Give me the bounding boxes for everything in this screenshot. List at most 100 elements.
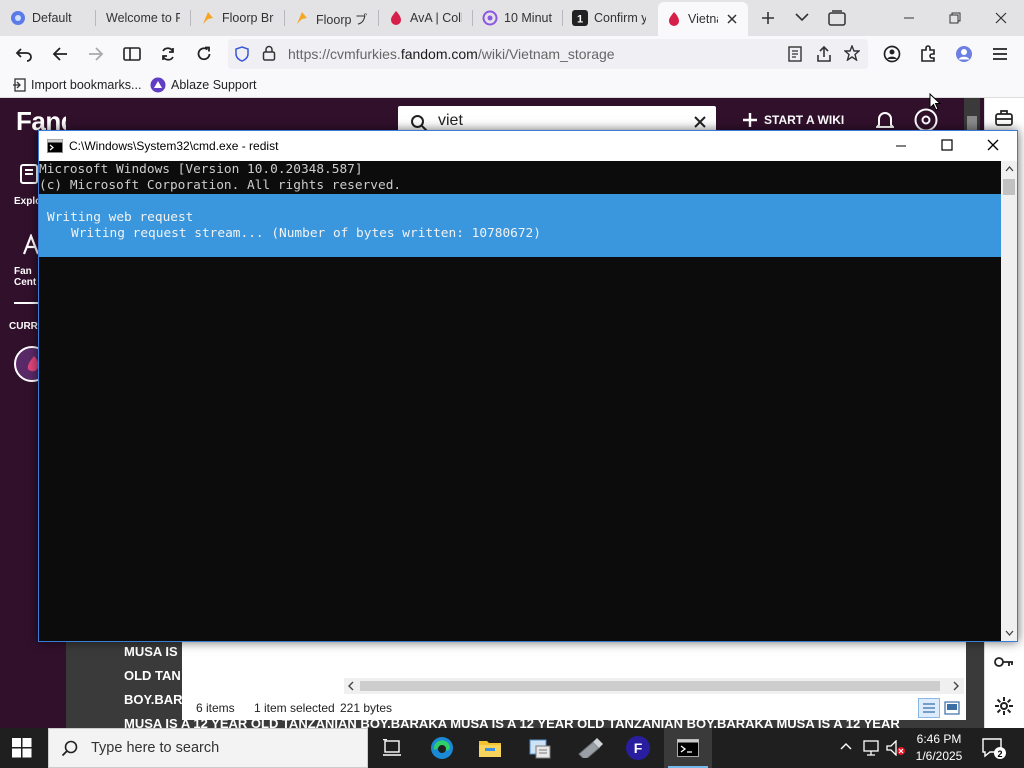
tab-default[interactable]: Default xyxy=(2,2,94,34)
tab-confirm[interactable]: 1 Confirm y xyxy=(564,2,654,34)
bookmark-import[interactable]: Import bookmarks... xyxy=(12,76,141,94)
tab-label: Default xyxy=(32,11,72,25)
file-explorer-window: 6 items 1 item selected 221 bytes xyxy=(182,640,966,720)
close-icon[interactable] xyxy=(724,11,740,27)
extensions-puzzle-icon[interactable] xyxy=(914,40,942,68)
console-line: (c) Microsoft Corporation. All rights re… xyxy=(39,178,402,193)
key-icon[interactable] xyxy=(994,656,1014,668)
settings-gear-icon[interactable] xyxy=(994,696,1014,716)
scroll-left-chevron-icon[interactable] xyxy=(347,681,355,691)
tab-vietnam-active[interactable]: Vietnam xyxy=(658,2,748,36)
url-path: /wiki/Vietnam_storage xyxy=(477,46,615,62)
cmd-taskbar-icon[interactable] xyxy=(664,728,712,768)
clock-time: 6:46 PM xyxy=(916,732,962,746)
sidebar-toggle-icon[interactable] xyxy=(118,40,146,68)
floorp-icon xyxy=(294,10,310,26)
profile-avatar-icon[interactable] xyxy=(950,40,978,68)
tab-manager-icon[interactable] xyxy=(828,10,846,26)
new-tab-plus-icon[interactable] xyxy=(760,10,776,26)
cmd-close-button[interactable] xyxy=(987,139,999,151)
tab-floorp-blog[interactable]: Floorp ブ xyxy=(286,2,376,34)
ablaze-icon xyxy=(150,77,166,93)
explorer-horizontal-scrollbar[interactable] xyxy=(344,678,964,694)
taskbar-clock[interactable]: 6:46 PM 1/6/2025 xyxy=(908,731,970,765)
tab-welcome[interactable]: Welcome to F xyxy=(98,2,188,34)
bookmark-ablaze[interactable]: Ablaze Support xyxy=(150,76,256,94)
tab-ava-coll[interactable]: AvA | Coll xyxy=(380,2,470,34)
svg-text:F: F xyxy=(634,740,643,756)
cmd-app-icon[interactable] xyxy=(47,139,63,153)
tab-10-minute[interactable]: 10 Minute xyxy=(474,2,560,34)
selection-size: 221 bytes xyxy=(340,701,393,715)
close-window-button[interactable] xyxy=(978,0,1024,36)
undo-close-tab-icon[interactable] xyxy=(10,40,38,68)
details-view-icon[interactable] xyxy=(918,698,940,718)
progress-banner: Writing web request Writing request stre… xyxy=(39,194,1001,257)
start-a-wiki-button[interactable]: START A WIKI xyxy=(742,112,844,128)
tab-list-chevron-down-icon[interactable] xyxy=(795,12,809,22)
notification-center-icon[interactable]: 2 xyxy=(982,738,1006,760)
bookmark-label: Ablaze Support xyxy=(171,78,257,92)
back-arrow-icon[interactable] xyxy=(46,40,74,68)
lock-icon[interactable] xyxy=(262,45,276,61)
scroll-down-chevron-icon[interactable] xyxy=(1005,629,1014,637)
firefox-icon xyxy=(10,10,26,26)
edge-browser-icon[interactable] xyxy=(418,728,466,768)
cmd-vertical-scrollbar[interactable] xyxy=(1001,161,1017,641)
usb-drive-icon[interactable] xyxy=(566,728,614,768)
explorer-status-bar: 6 items 1 item selected 221 bytes xyxy=(182,698,966,720)
volume-muted-icon[interactable] xyxy=(886,740,906,756)
hamburger-menu-icon[interactable] xyxy=(986,40,1014,68)
clear-search-close-icon[interactable] xyxy=(694,116,706,128)
progress-detail: Writing request stream... (Number of byt… xyxy=(71,226,541,241)
notifications-bell-icon[interactable] xyxy=(876,110,894,130)
fandom-icon xyxy=(666,11,682,27)
shield-icon[interactable] xyxy=(234,46,250,62)
explore-icon[interactable] xyxy=(20,164,38,184)
taskbar-search-box[interactable]: Type here to search xyxy=(48,728,368,768)
file-explorer-folder-icon[interactable] xyxy=(466,728,514,768)
floorp-browser-icon[interactable]: F xyxy=(614,728,662,768)
scroll-up-chevron-icon[interactable] xyxy=(1005,165,1014,173)
account-icon[interactable] xyxy=(878,40,906,68)
divider xyxy=(14,302,38,304)
tab-label: Welcome to F xyxy=(106,11,180,25)
explorer-scroll-thumb[interactable] xyxy=(360,681,940,691)
scroll-right-chevron-icon[interactable] xyxy=(952,681,960,691)
cmd-scroll-thumb[interactable] xyxy=(1003,179,1015,195)
large-icons-view-icon[interactable] xyxy=(944,701,960,715)
minimize-button[interactable] xyxy=(886,0,932,36)
restore-button[interactable] xyxy=(932,0,978,36)
mouse-cursor-icon xyxy=(929,93,941,111)
tab-label: Confirm y xyxy=(594,11,646,25)
article-line: OLD TAN xyxy=(124,668,181,683)
user-account-icon[interactable] xyxy=(914,108,938,132)
forward-arrow-icon[interactable] xyxy=(82,40,110,68)
current-wiki-label: CURR xyxy=(9,321,38,332)
url-text[interactable]: https://cvmfurkies.fandom.com/wiki/Vietn… xyxy=(288,46,615,62)
fan-central-label: Fan Cent xyxy=(14,266,37,288)
tab-label: Vietnam xyxy=(688,12,718,26)
show-hidden-icons-chevron-up-icon[interactable] xyxy=(840,742,852,750)
bookmark-label: Import bookmarks... xyxy=(31,78,142,92)
url-bar[interactable]: https://cvmfurkies.fandom.com/wiki/Vietn… xyxy=(228,39,868,69)
task-view-icon[interactable] xyxy=(368,728,416,768)
reload-icon[interactable] xyxy=(190,40,218,68)
tab-label: Floorp ブ xyxy=(316,12,368,27)
tab-floorp-browser[interactable]: Floorp Bro xyxy=(192,2,282,34)
toolbox-icon[interactable] xyxy=(995,110,1013,126)
cmd-title-bar[interactable]: C:\Windows\System32\cmd.exe - redist xyxy=(39,131,1017,161)
bookmarks-toolbar: Import bookmarks... Ablaze Support xyxy=(0,72,1024,98)
windows-start-icon[interactable] xyxy=(12,738,32,758)
network-icon[interactable] xyxy=(862,740,880,756)
cmd-console-output[interactable]: Microsoft Windows [Version 10.0.20348.58… xyxy=(39,161,1001,641)
cmd-window[interactable]: C:\Windows\System32\cmd.exe - redist Mic… xyxy=(38,130,1018,642)
control-panel-icon[interactable] xyxy=(516,728,564,768)
sync-icon[interactable] xyxy=(154,40,182,68)
reader-view-icon[interactable] xyxy=(788,46,802,62)
share-icon[interactable] xyxy=(816,45,832,63)
cmd-minimize-button[interactable] xyxy=(895,140,907,152)
bookmark-star-icon[interactable] xyxy=(844,45,860,61)
cmd-maximize-button[interactable] xyxy=(941,139,953,151)
floorp-icon xyxy=(200,10,216,26)
